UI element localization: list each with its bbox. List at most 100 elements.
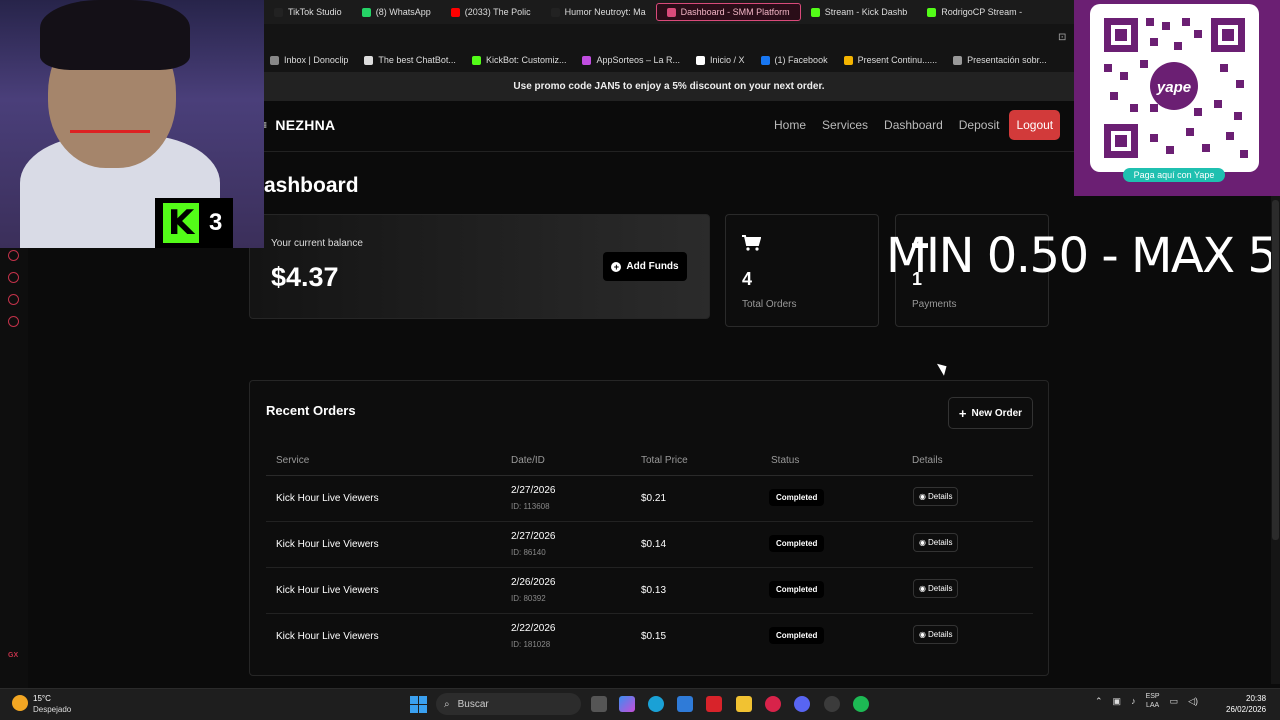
chevron-up-icon[interactable]: ⌃ — [1095, 696, 1103, 707]
browser-tab[interactable]: TikTok Studio — [264, 0, 352, 24]
webcam-person-hair — [40, 0, 190, 70]
browser-tab[interactable]: (2033) The Polic — [441, 0, 541, 24]
store-icon[interactable] — [677, 696, 693, 712]
search-icon: ⌕ — [444, 698, 450, 710]
gx-icon[interactable]: GX — [8, 652, 18, 659]
eye-icon: ◉ — [919, 492, 926, 501]
order-date: 2/27/2026 — [511, 485, 556, 496]
table-row: Kick Hour Live Viewers 2/27/2026 ID: 861… — [266, 522, 1033, 568]
total-orders-count: 4 — [742, 269, 753, 289]
nav-home[interactable]: Home — [774, 118, 806, 132]
eye-icon: ◉ — [919, 538, 926, 547]
history-icon[interactable] — [8, 272, 19, 283]
sidebar-app-icon[interactable] — [8, 250, 19, 261]
yape-pay-label: Paga aquí con Yape — [1123, 168, 1225, 182]
nav-deposit[interactable]: Deposit — [959, 118, 1000, 132]
browser-tab[interactable]: Dashboard - SMM Platform — [655, 3, 801, 21]
wps-icon[interactable] — [706, 696, 722, 712]
bookmark-item[interactable]: KickBot: Customiz... — [466, 55, 573, 65]
col-service: Service — [276, 455, 310, 466]
qr-code-icon: yape — [1104, 18, 1248, 158]
promo-banner: Use promo code JAN5 to enjoy a 5% discou… — [264, 72, 1074, 101]
kick-viewers-badge: K 3 — [155, 198, 233, 248]
start-button[interactable] — [410, 696, 427, 713]
tab-label: Dashboard - SMM Platform — [680, 7, 790, 17]
nav-dashboard[interactable]: Dashboard — [884, 118, 943, 132]
tab-favicon-icon — [666, 7, 676, 17]
details-button[interactable]: ◉ Details — [913, 533, 959, 552]
order-service: Kick Hour Live Viewers — [276, 631, 379, 642]
network-icon[interactable]: ▭ — [1170, 696, 1179, 707]
brand-logo[interactable]: ≡ NEZHNA — [260, 117, 335, 133]
add-funds-button[interactable]: + Add Funds — [603, 252, 687, 281]
bookmark-item[interactable]: The best ChatBot... — [358, 55, 462, 65]
order-price: $0.13 — [641, 585, 667, 596]
order-id: ID: 86140 — [511, 548, 546, 557]
browser-sidebar: GX — [0, 248, 28, 688]
details-button[interactable]: ◉ Details — [913, 625, 959, 644]
details-button[interactable]: ◉ Details — [913, 579, 959, 598]
tab-favicon-icon — [450, 7, 460, 17]
scrollbar-thumb[interactable] — [1272, 200, 1279, 540]
details-button[interactable]: ◉ Details — [913, 487, 959, 506]
table-row: Kick Hour Live Viewers 2/26/2026 ID: 803… — [266, 568, 1033, 614]
bookmark-item[interactable]: Present Continu...... — [838, 55, 944, 65]
taskbar-search[interactable]: ⌕ Buscar — [436, 693, 581, 715]
mic-icon[interactable]: ♪ — [1131, 696, 1136, 706]
keyboard-layout: LAA — [1145, 702, 1160, 709]
tray-app-icon[interactable]: ▣ — [1113, 696, 1122, 707]
chat-icon[interactable] — [8, 294, 19, 305]
details-label: Details — [927, 630, 953, 639]
bookmark-item[interactable]: Inbox | Donoclip — [264, 55, 354, 65]
tab-label: RodrigoCP Stream - — [941, 7, 1023, 17]
copilot-icon[interactable] — [619, 696, 635, 712]
discord-icon[interactable] — [794, 696, 810, 712]
brand-name: NEZHNA — [275, 117, 336, 133]
bookmark-favicon-icon — [270, 55, 279, 65]
task-view-icon[interactable] — [591, 696, 607, 712]
nav-services[interactable]: Services — [822, 118, 868, 132]
browser-tab[interactable]: Humor Neutroyt: Ma — [541, 0, 656, 24]
order-service: Kick Hour Live Viewers — [276, 585, 379, 596]
bookmark-item[interactable]: AppSorteos – La R... — [576, 55, 686, 65]
pin-icon[interactable]: ⊡ — [1058, 32, 1066, 43]
spotify-icon[interactable] — [853, 696, 869, 712]
edge-icon[interactable] — [648, 696, 664, 712]
opera-gx-icon[interactable] — [765, 696, 781, 712]
steam-icon[interactable] — [824, 696, 840, 712]
logout-button[interactable]: Logout — [1009, 110, 1061, 140]
browser-tab[interactable]: Stream - Kick Dashb — [801, 0, 918, 24]
bookmark-label: AppSorteos – La R... — [596, 55, 681, 65]
file-explorer-icon[interactable] — [736, 696, 752, 712]
col-price: Total Price — [641, 455, 688, 466]
bookmark-favicon-icon — [471, 55, 481, 65]
weather-sun-icon[interactable] — [12, 695, 28, 711]
taskbar-clock[interactable]: 20:38 26/02/2026 — [1226, 693, 1266, 715]
browser-tab[interactable]: RodrigoCP Stream - — [917, 0, 1032, 24]
eye-icon: ◉ — [919, 584, 926, 593]
browser-tab-bar: TikTok Studio (8) WhatsApp (2033) The Poli… — [264, 0, 1074, 24]
system-tray: ⌃ ▣ ♪ ESP LAA ▭ ◁) — [1095, 692, 1198, 710]
volume-icon[interactable]: ◁) — [1188, 696, 1198, 707]
settings-icon[interactable] — [8, 316, 19, 327]
bookmark-item[interactable]: Inicio / X — [690, 55, 751, 65]
bookmark-item[interactable]: (1) Facebook — [755, 55, 834, 65]
order-service: Kick Hour Live Viewers — [276, 539, 379, 550]
stream-overlay-text: MIN 0.50 - MAX 5 — [886, 228, 1278, 284]
bookmark-favicon-icon — [760, 55, 770, 65]
address-bar[interactable] — [264, 24, 1074, 48]
headset-mic — [70, 130, 150, 133]
clock-time: 20:38 — [1246, 694, 1267, 703]
new-order-button[interactable]: + New Order — [948, 397, 1033, 429]
kick-viewer-count: 3 — [209, 209, 223, 236]
col-status: Status — [771, 455, 800, 466]
bookmark-favicon-icon — [953, 55, 963, 65]
weather-description: Despejado — [33, 705, 72, 714]
add-funds-label: Add Funds — [626, 261, 679, 272]
bookmark-item[interactable]: Presentación sobr... — [947, 55, 1053, 65]
balance-label: Your current balance — [271, 238, 363, 249]
browser-tab[interactable]: (8) WhatsApp — [352, 0, 441, 24]
language-indicator[interactable]: ESP LAA — [1146, 692, 1160, 710]
bookmark-label: KickBot: Customiz... — [485, 55, 567, 65]
kick-logo-icon: K — [163, 203, 199, 243]
